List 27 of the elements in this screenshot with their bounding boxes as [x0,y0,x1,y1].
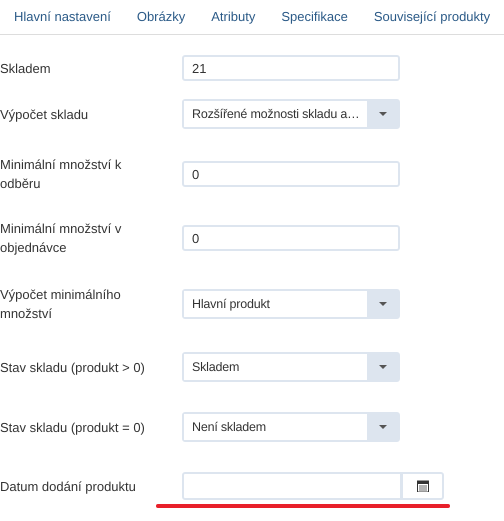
caret-icon [378,365,386,369]
tab[interactable]: Specifikace [281,7,348,27]
calendar-icon [416,480,428,492]
select-field[interactable]: Hlavní produkt [182,289,400,319]
field-label: Minimální množství k odběru [0,156,122,193]
field-label: Výpočet skladu [0,106,90,124]
tab[interactable]: Hlavní nastavení [14,7,111,27]
field-label: Stav skladu (produkt > 0) [0,358,146,376]
caret-icon [378,112,386,116]
input-field[interactable]: 21 [182,55,400,81]
field-label: Skladem [0,60,52,78]
input-field[interactable]: 0 [182,161,400,187]
field-label: Stav skladu (produkt = 0) [0,418,146,436]
caret-icon [378,302,386,306]
select-field[interactable]: Rozšířené možnosti skladu a… [182,99,400,129]
select-field[interactable]: Skladem [182,352,400,382]
field-label: Výpočet minimálního množství [0,286,122,323]
date-field[interactable] [182,472,401,500]
tab[interactable]: Obrázky [136,7,186,27]
field-label: Datum dodání produktu [0,478,137,496]
tab[interactable]: Související produkty [374,7,490,27]
field-label: Minimální množství v objednávce [0,220,122,257]
caret-icon [378,425,386,429]
select-field[interactable]: Není skladem [182,412,400,442]
calendar-button[interactable] [401,472,444,500]
input-field[interactable]: 0 [182,225,400,251]
tab[interactable]: Atributy [211,7,256,27]
